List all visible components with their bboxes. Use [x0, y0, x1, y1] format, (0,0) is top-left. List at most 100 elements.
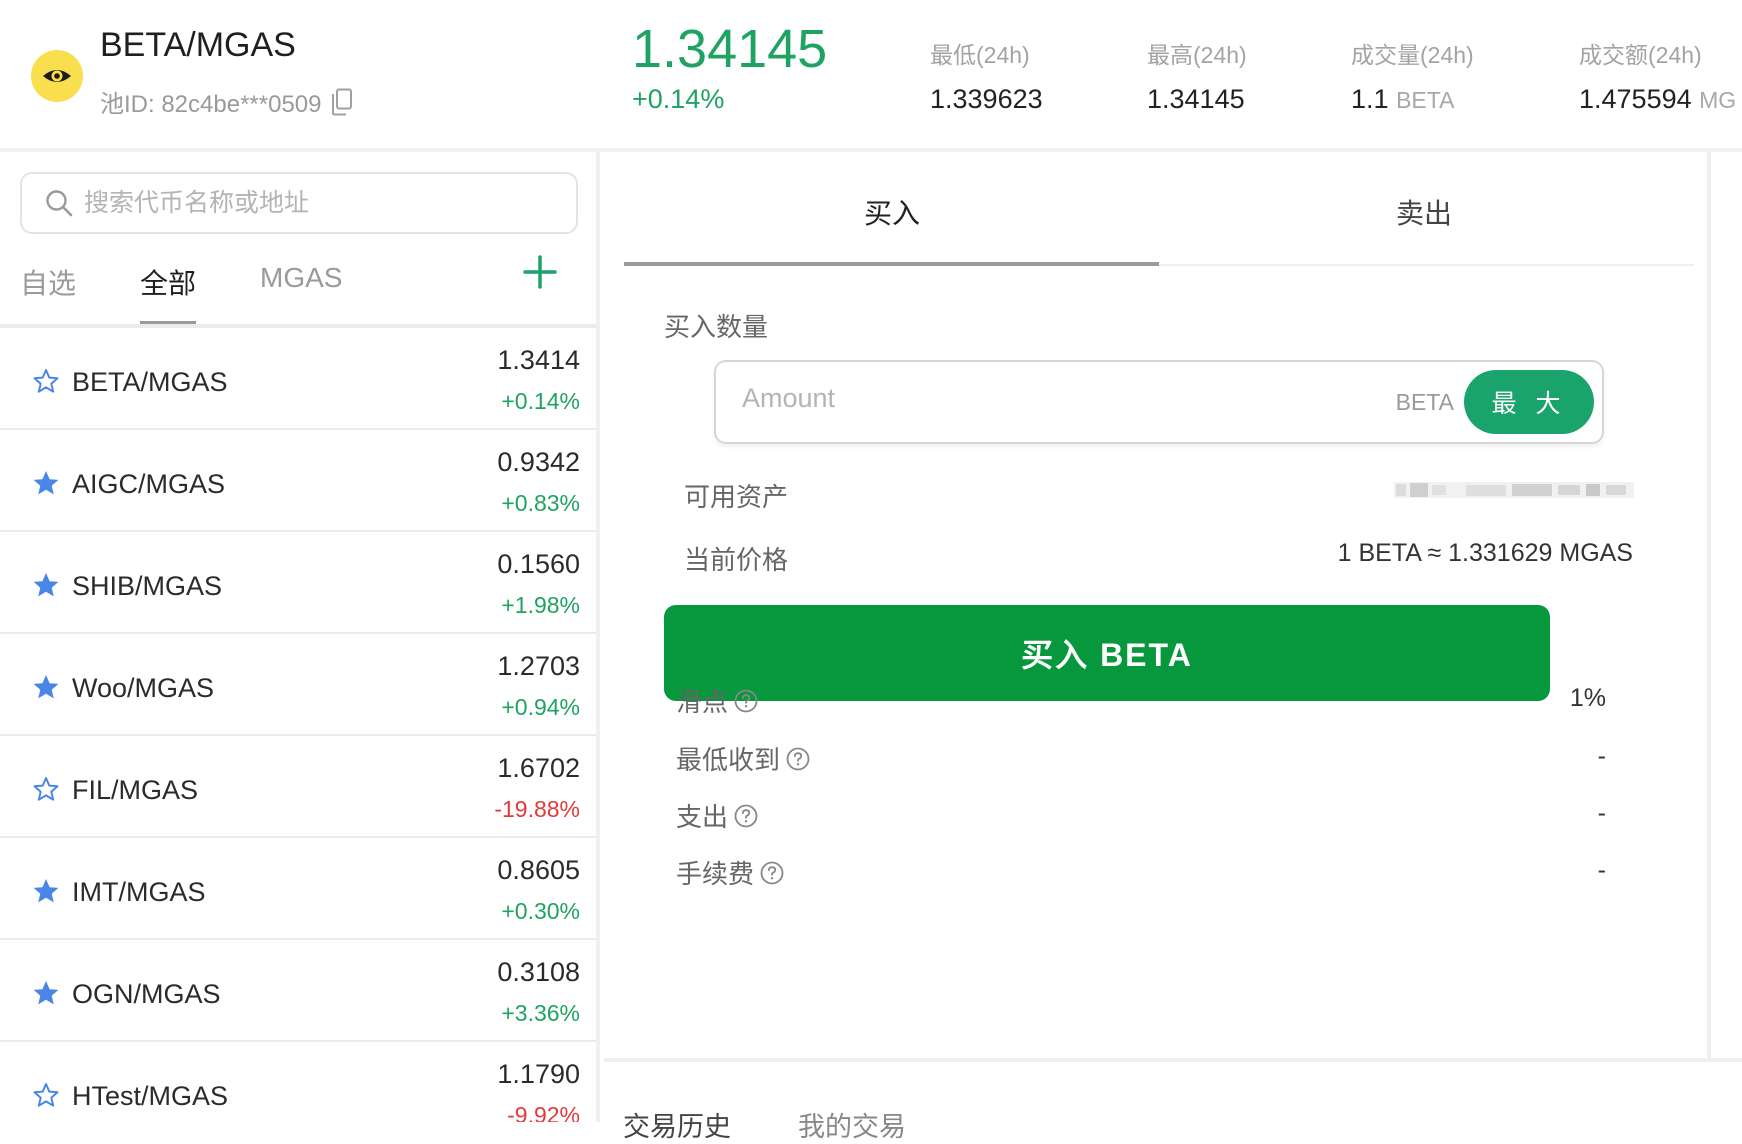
star-outline-icon[interactable]	[32, 1081, 60, 1109]
detail-row: 滑点 1%	[676, 682, 1606, 722]
market-row[interactable]: HTest/MGAS 1.1790 -9.92%	[0, 1042, 596, 1122]
market-pair: BETA/MGAS	[72, 367, 228, 397]
tab-buy[interactable]: 买入	[864, 192, 920, 232]
market-pair: IMT/MGAS	[72, 877, 206, 907]
detail-label-text: 滑点	[676, 687, 729, 717]
volume-amount: 1.1	[1351, 84, 1389, 114]
market-row[interactable]: IMT/MGAS 0.8605 +0.30%	[0, 838, 596, 940]
market-row[interactable]: BETA/MGAS 1.3414 +0.14%	[0, 328, 596, 430]
market-price: 1.3414	[497, 345, 580, 375]
detail-row: 手续费 -	[676, 854, 1606, 894]
copy-icon[interactable]	[331, 88, 353, 116]
detail-label: 最低收到	[676, 740, 810, 777]
max-button[interactable]: 最 大	[1464, 370, 1594, 434]
tab-trade-history[interactable]: 交易历史	[623, 1105, 731, 1144]
detail-value: -	[1597, 742, 1606, 770]
market-row[interactable]: SHIB/MGAS 0.1560 +1.98%	[0, 532, 596, 634]
market-pair: SHIB/MGAS	[72, 571, 223, 601]
last-price: 1.34145	[632, 19, 828, 79]
search-icon	[46, 190, 73, 217]
turnover-24h-value: 1.475594 MG	[1579, 84, 1736, 115]
buy-tab-indicator	[624, 262, 1159, 266]
available-balance-blurred	[1394, 482, 1634, 498]
price-change: +0.14%	[632, 84, 725, 114]
volume-unit: BETA	[1396, 87, 1455, 113]
help-icon[interactable]	[786, 747, 810, 771]
market-list: BETA/MGAS 1.3414 +0.14% AIGC/MGAS 0.9342 +0.8…	[0, 328, 596, 1122]
volume-24h-label: 成交量(24h)	[1351, 42, 1474, 68]
high-24h-value: 1.34145	[1147, 84, 1245, 114]
market-price: 0.9342	[497, 447, 580, 477]
market-price: 0.1560	[497, 549, 580, 579]
history-divider	[604, 1058, 1742, 1062]
detail-value: -	[1597, 799, 1606, 827]
detail-label-text: 支出	[676, 802, 729, 832]
market-price: 1.2703	[497, 651, 580, 681]
market-change: +0.30%	[501, 898, 580, 924]
star-outline-icon[interactable]	[32, 367, 60, 395]
amount-input[interactable]	[740, 382, 1344, 415]
search-input[interactable]	[82, 187, 556, 219]
turnover-24h-label: 成交额(24h)	[1579, 42, 1702, 68]
star-filled-icon[interactable]	[32, 673, 60, 701]
detail-label: 手续费	[676, 854, 784, 891]
market-change: -19.88%	[494, 796, 580, 822]
trade-panel: 买入 卖出 买入数量 BETA 最 大 可用资产 当前价格 1 BETA ≈ 1…	[604, 152, 1711, 1060]
star-outline-icon[interactable]	[32, 775, 60, 803]
tab-sell[interactable]: 卖出	[1396, 192, 1452, 232]
high-24h-label: 最高(24h)	[1147, 42, 1247, 68]
tab-all[interactable]: 全部	[140, 262, 196, 302]
help-icon[interactable]	[760, 861, 784, 885]
low-24h-label: 最低(24h)	[930, 42, 1030, 68]
amount-field[interactable]: BETA 最 大	[714, 360, 1604, 444]
market-pair: AIGC/MGAS	[72, 469, 226, 499]
star-filled-icon[interactable]	[32, 469, 60, 497]
market-header: BETA/MGAS 池ID: 82c4be***0509 1.34145 +0.…	[0, 0, 1742, 148]
market-price: 1.6702	[497, 753, 580, 783]
add-icon[interactable]	[520, 252, 560, 292]
market-row[interactable]: OGN/MGAS 0.3108 +3.36%	[0, 940, 596, 1042]
market-change: +3.36%	[501, 1000, 580, 1026]
amount-unit: BETA	[1395, 389, 1454, 415]
star-filled-icon[interactable]	[32, 877, 60, 905]
market-pair: OGN/MGAS	[72, 979, 221, 1009]
pool-id-text: 池ID: 82c4be***0509	[100, 91, 322, 118]
low-24h-value: 1.339623	[930, 84, 1043, 114]
tab-my-trades[interactable]: 我的交易	[798, 1105, 906, 1144]
amount-label: 买入数量	[664, 312, 769, 342]
market-price: 0.8605	[497, 855, 580, 885]
eye-icon	[43, 70, 71, 82]
market-row[interactable]: AIGC/MGAS 0.9342 +0.83%	[0, 430, 596, 532]
help-icon[interactable]	[734, 689, 758, 713]
current-price-value: 1 BETA ≈ 1.331629 MGAS	[1337, 539, 1633, 567]
turnover-unit: MG	[1699, 87, 1737, 113]
market-row[interactable]: Woo/MGAS 1.2703 +0.94%	[0, 634, 596, 736]
pool-id: 池ID: 82c4be***0509	[100, 84, 353, 119]
turnover-amount: 1.475594	[1579, 84, 1692, 114]
market-change: +0.14%	[501, 388, 580, 414]
help-icon[interactable]	[734, 804, 758, 828]
market-price: 1.1790	[497, 1059, 580, 1089]
pair-title: BETA/MGAS	[100, 26, 296, 64]
detail-label: 滑点	[676, 682, 758, 719]
token-logo	[31, 50, 83, 102]
tab-mgas[interactable]: MGAS	[260, 262, 342, 294]
detail-label: 支出	[676, 797, 758, 834]
current-price-label: 当前价格	[684, 545, 789, 575]
market-pair: Woo/MGAS	[72, 673, 215, 703]
star-filled-icon[interactable]	[32, 571, 60, 599]
detail-value: -	[1597, 856, 1606, 884]
market-change: +1.98%	[501, 592, 580, 618]
search-box[interactable]	[20, 172, 578, 234]
market-price: 0.3108	[497, 957, 580, 987]
detail-label-text: 手续费	[676, 859, 755, 889]
market-change: +0.94%	[501, 694, 580, 720]
detail-row: 最低收到 -	[676, 740, 1606, 780]
market-row[interactable]: FIL/MGAS 1.6702 -19.88%	[0, 736, 596, 838]
detail-label-text: 最低收到	[676, 745, 781, 775]
market-pair: HTest/MGAS	[72, 1081, 229, 1111]
star-filled-icon[interactable]	[32, 979, 60, 1007]
market-pair: FIL/MGAS	[72, 775, 199, 805]
volume-24h-value: 1.1 BETA	[1351, 84, 1454, 115]
tab-favorites[interactable]: 自选	[20, 262, 76, 302]
